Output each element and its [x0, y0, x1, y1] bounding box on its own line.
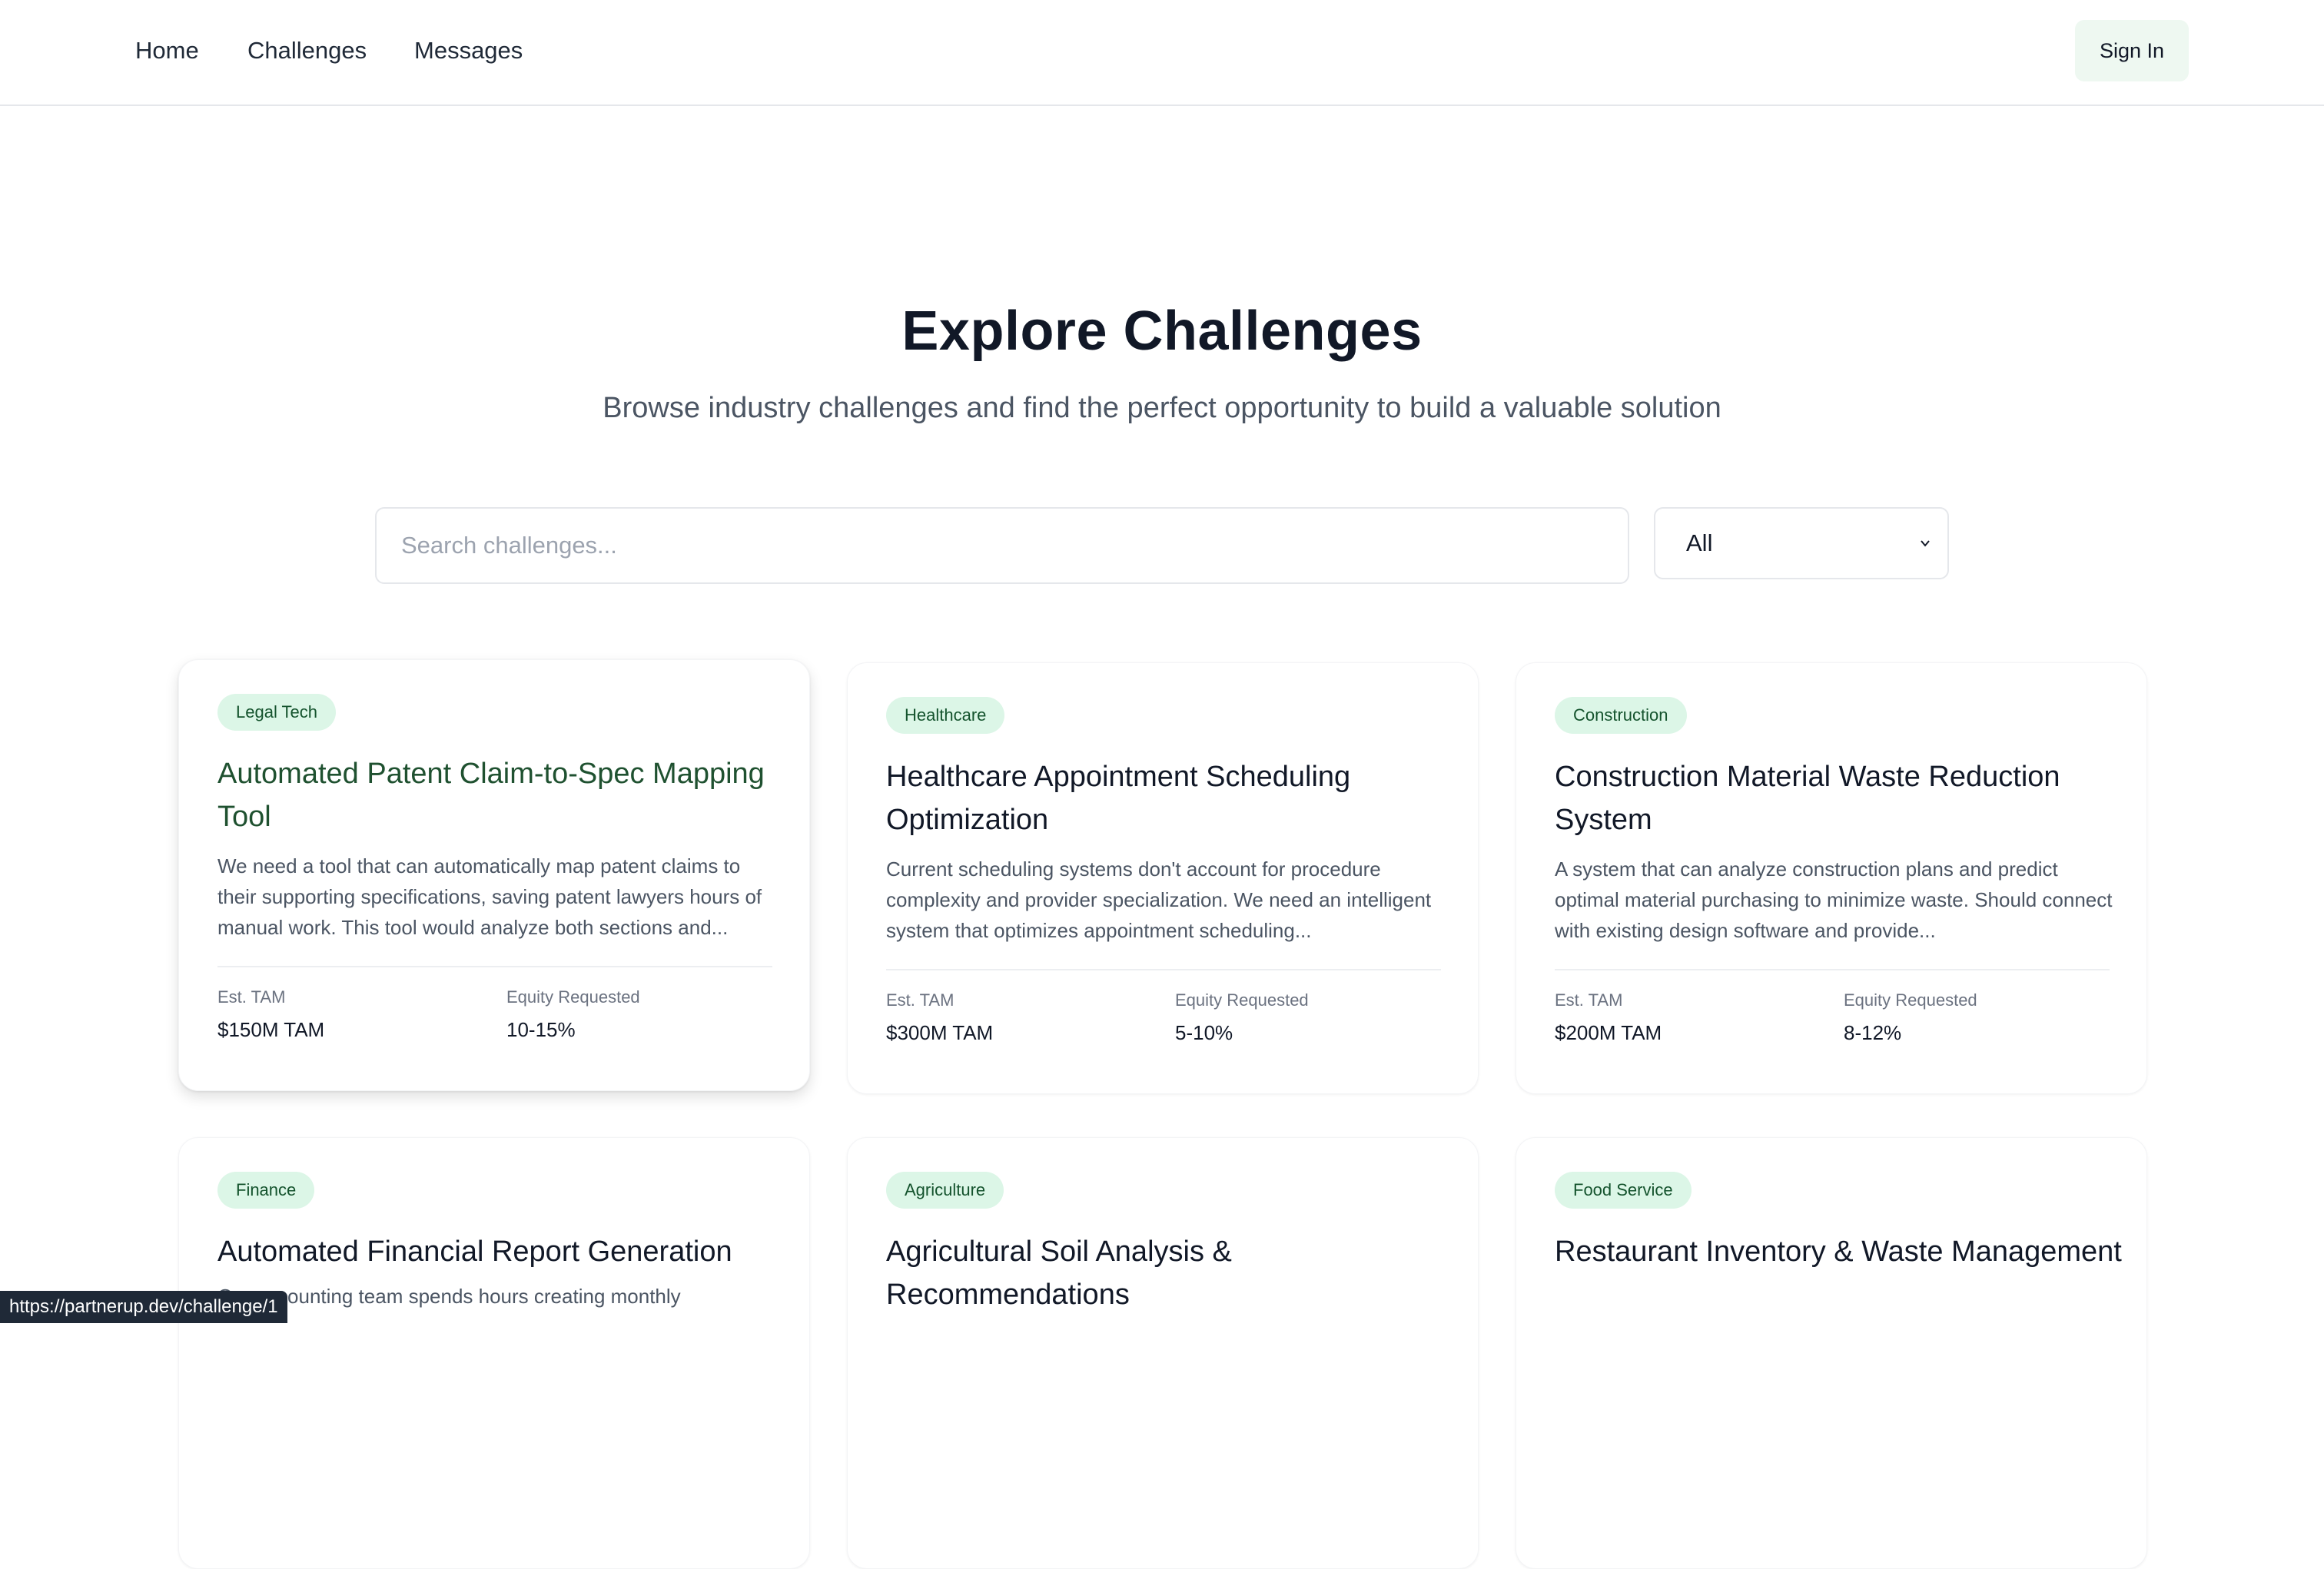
challenge-card[interactable]: Legal Tech Automated Patent Claim-to-Spe…	[178, 659, 810, 1091]
tam-label: Est. TAM	[217, 987, 286, 1007]
equity-value: 8-12%	[1844, 1021, 1902, 1044]
challenge-title[interactable]: Automated Patent Claim-to-Spec Mapping T…	[217, 752, 786, 838]
tam-label: Est. TAM	[1555, 990, 1623, 1010]
sign-in-button[interactable]: Sign In	[2075, 20, 2189, 81]
tam-label: Est. TAM	[886, 990, 954, 1010]
challenge-title[interactable]: Restaurant Inventory & Waste Management	[1555, 1230, 2123, 1273]
link-preview-status-bar: https://partnerup.dev/challenge/1	[0, 1291, 287, 1323]
challenge-card[interactable]: Agriculture Agricultural Soil Analysis &…	[847, 1137, 1479, 1569]
challenge-description: We need a tool that can automatically ma…	[217, 854, 762, 939]
challenge-title[interactable]: Automated Financial Report Generation	[217, 1230, 786, 1273]
challenge-description: A system that can analyze construction p…	[1555, 857, 2113, 942]
tam-value: $200M TAM	[1555, 1021, 1662, 1044]
top-navigation: Home Challenges Messages Sign In	[0, 0, 2324, 106]
challenge-card[interactable]: Finance Automated Financial Report Gener…	[178, 1137, 810, 1569]
nav-link-challenges[interactable]: Challenges	[247, 34, 367, 68]
equity-label: Equity Requested	[506, 987, 640, 1007]
category-tag: Food Service	[1555, 1172, 1692, 1209]
category-tag: Agriculture	[886, 1172, 1004, 1209]
challenge-card[interactable]: Food Service Restaurant Inventory & Wast…	[1516, 1137, 2147, 1569]
equity-value: 10-15%	[506, 1018, 576, 1041]
challenge-description: Our accounting team spends hours creatin…	[217, 1285, 681, 1308]
challenge-title[interactable]: Healthcare Appointment Scheduling Optimi…	[886, 755, 1455, 841]
category-tag: Healthcare	[886, 697, 1005, 734]
page-subtitle: Browse industry challenges and find the …	[603, 392, 1721, 424]
category-filter-value: All	[1686, 529, 1713, 556]
challenge-title[interactable]: Construction Material Waste Reduction Sy…	[1555, 755, 2123, 841]
nav-link-home[interactable]: Home	[135, 34, 199, 68]
equity-value: 5-10%	[1175, 1021, 1233, 1044]
category-tag: Legal Tech	[217, 694, 337, 731]
card-divider	[1555, 969, 2110, 970]
equity-label: Equity Requested	[1175, 990, 1309, 1010]
search-input[interactable]	[375, 507, 1629, 584]
card-divider	[217, 966, 772, 967]
chevron-down-icon	[1921, 540, 1930, 547]
challenge-card[interactable]: Construction Construction Material Waste…	[1516, 662, 2147, 1094]
card-divider	[886, 969, 1441, 970]
equity-label: Equity Requested	[1844, 990, 1977, 1010]
category-tag: Finance	[217, 1172, 315, 1209]
category-filter-select[interactable]: All	[1654, 507, 1949, 579]
tam-value: $300M TAM	[886, 1021, 994, 1044]
challenge-card[interactable]: Healthcare Healthcare Appointment Schedu…	[847, 662, 1479, 1094]
tam-value: $150M TAM	[217, 1018, 325, 1041]
challenge-description: Current scheduling systems don't account…	[886, 857, 1432, 942]
nav-link-messages[interactable]: Messages	[414, 34, 523, 68]
challenge-title[interactable]: Agricultural Soil Analysis & Recommendat…	[886, 1230, 1455, 1316]
page-title: Explore Challenges	[901, 300, 1423, 362]
category-tag: Construction	[1555, 697, 1687, 734]
